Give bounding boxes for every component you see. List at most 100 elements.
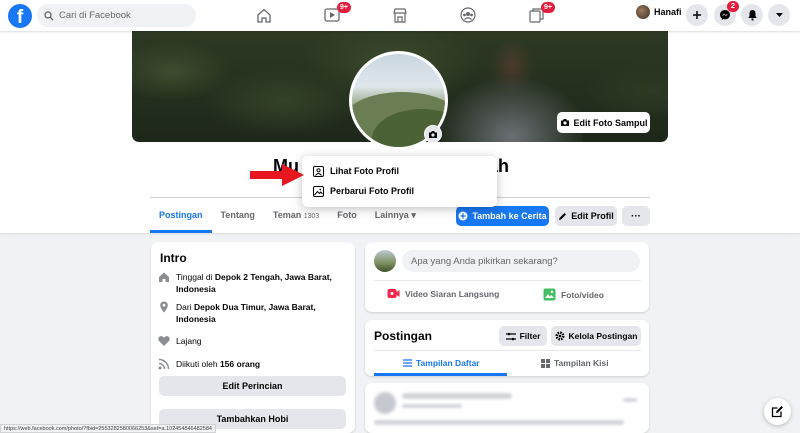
heart-icon bbox=[158, 336, 170, 346]
add-to-story-button[interactable]: Tambah ke Cerita bbox=[456, 206, 549, 226]
filter-label: Filter bbox=[519, 331, 541, 341]
friends-count: 1303 bbox=[303, 213, 320, 220]
blurred-post-date bbox=[402, 404, 462, 408]
tab-posts-label: Postingan bbox=[159, 210, 203, 220]
photo-video-label: Foto/video bbox=[561, 289, 604, 300]
tab-friends-label: Teman bbox=[272, 210, 302, 220]
nav-watch[interactable]: 9+ bbox=[321, 2, 351, 25]
nav-gaming[interactable]: 9+ bbox=[525, 2, 555, 25]
create-button[interactable] bbox=[686, 4, 708, 26]
home-icon bbox=[257, 8, 271, 23]
compose-icon bbox=[771, 406, 783, 418]
nav-home[interactable] bbox=[253, 5, 275, 25]
edit-cover-label: Edit Foto Sampul bbox=[573, 117, 648, 128]
rss-icon bbox=[158, 358, 170, 370]
blurred-post-text bbox=[374, 420, 624, 425]
house-icon bbox=[159, 272, 169, 282]
list-view-label: Tampilan Daftar bbox=[416, 358, 480, 368]
account-menu-button[interactable] bbox=[768, 4, 790, 26]
composer-divider bbox=[374, 280, 641, 281]
caret-down-icon: ▾ bbox=[411, 210, 416, 220]
list-icon bbox=[403, 359, 412, 367]
more-dots-icon: ··· bbox=[631, 210, 641, 222]
avatar bbox=[374, 392, 396, 414]
nav-marketplace[interactable] bbox=[389, 5, 411, 25]
groups-badge: 9+ bbox=[541, 2, 555, 13]
edit-details-label: Edit Perincian bbox=[222, 381, 283, 391]
tab-posts[interactable]: Postingan bbox=[150, 200, 212, 233]
edit-profile-label: Edit Profil bbox=[571, 211, 614, 221]
posts-divider bbox=[374, 350, 641, 351]
search-box[interactable] bbox=[37, 4, 196, 27]
groups-icon bbox=[460, 7, 476, 23]
chevron-down-icon bbox=[775, 13, 783, 17]
add-to-story-label: Tambah ke Cerita bbox=[472, 211, 547, 221]
grid-icon bbox=[541, 358, 550, 368]
post-card bbox=[365, 383, 649, 433]
tab-more-label: Lainnya bbox=[374, 210, 409, 220]
avatar bbox=[374, 250, 396, 272]
from-prefix: Dari bbox=[176, 302, 192, 312]
edit-profile-button[interactable]: Edit Profil bbox=[555, 206, 617, 226]
photo-icon bbox=[543, 288, 556, 301]
filter-button[interactable]: Filter bbox=[499, 326, 547, 346]
lives-prefix: Tinggal di bbox=[176, 272, 213, 282]
camera-icon bbox=[560, 119, 569, 126]
update-profile-picture-button[interactable] bbox=[424, 125, 442, 143]
notifications-button[interactable] bbox=[741, 4, 763, 26]
tab-about[interactable]: Tentang bbox=[212, 200, 264, 233]
profile-picture-menu: Lihat Foto Profil Perbarui Foto Profil bbox=[302, 156, 497, 207]
store-icon bbox=[393, 7, 407, 23]
update-profile-picture-label: Perbarui Foto Profil bbox=[330, 186, 415, 196]
pencil-icon bbox=[559, 212, 567, 220]
intro-relationship: Lajang bbox=[158, 335, 202, 347]
location-pin-icon bbox=[160, 301, 168, 313]
nav-groups[interactable] bbox=[457, 5, 479, 25]
live-video-icon bbox=[387, 289, 400, 298]
followers-prefix: Diikuti oleh bbox=[176, 359, 218, 369]
user-square-icon bbox=[313, 165, 324, 177]
manage-posts-label: Kelola Postingan bbox=[568, 331, 638, 341]
live-video-label: Video Siaran Langsung bbox=[405, 288, 500, 299]
blurred-post-menu bbox=[623, 398, 637, 402]
sliders-icon bbox=[505, 332, 516, 340]
live-video-button[interactable]: Video Siaran Langsung bbox=[387, 288, 499, 299]
manage-posts-button[interactable]: Kelola Postingan bbox=[551, 326, 641, 346]
edit-details-button[interactable]: Edit Perincian bbox=[159, 376, 346, 396]
edit-cover-button[interactable]: Edit Foto Sampul bbox=[557, 112, 650, 133]
gear-icon bbox=[555, 331, 565, 341]
facebook-logo[interactable]: f bbox=[8, 4, 32, 28]
photo-video-button[interactable]: Foto/video bbox=[543, 288, 604, 301]
view-profile-picture-item[interactable]: Lihat Foto Profil bbox=[307, 161, 492, 181]
update-profile-picture-item[interactable]: Perbarui Foto Profil bbox=[307, 181, 492, 201]
messenger-button[interactable]: 2 bbox=[714, 1, 739, 26]
top-navigation-bar: f 9+ 9+ Hanafi 2 bbox=[0, 0, 800, 31]
red-arrow-annotation bbox=[250, 164, 304, 186]
more-options-button[interactable]: ··· bbox=[622, 206, 650, 226]
intro-followers: Diikuti oleh 156 orang bbox=[158, 358, 260, 370]
image-icon bbox=[313, 185, 324, 197]
grid-view-label: Tampilan Kisi bbox=[554, 358, 609, 368]
intro-title: Intro bbox=[160, 251, 187, 265]
search-icon bbox=[44, 10, 54, 20]
intro-lives-in: Tinggal di Depok 2 Tengah, Jawa Barat, I… bbox=[158, 271, 356, 295]
plus-icon bbox=[693, 11, 701, 19]
plus-circle-icon bbox=[458, 211, 468, 221]
create-post-placeholder: Apa yang Anda pikirkan sekarang? bbox=[411, 255, 558, 267]
search-input[interactable] bbox=[59, 10, 179, 21]
intro-from: Dari Depok Dua Timur, Jawa Barat, Indone… bbox=[158, 301, 356, 325]
new-message-button[interactable] bbox=[764, 398, 791, 425]
tab-about-label: Tentang bbox=[220, 210, 255, 220]
camera-icon bbox=[429, 130, 437, 138]
list-view-active-indicator bbox=[374, 373, 507, 376]
messenger-badge: 2 bbox=[727, 1, 739, 12]
grid-view-tab[interactable]: Tampilan Kisi bbox=[541, 353, 609, 373]
view-profile-picture-label: Lihat Foto Profil bbox=[330, 166, 399, 176]
profile-shortcut[interactable]: Hanafi bbox=[636, 5, 682, 19]
avatar bbox=[636, 5, 650, 19]
status-bar-url: https://web.facebook.com/photo/?fbid=255… bbox=[0, 424, 216, 433]
from-place[interactable]: Depok Dua Timur, Jawa Barat, Indonesia bbox=[176, 302, 316, 324]
followers-count[interactable]: 156 orang bbox=[220, 359, 260, 369]
list-view-tab[interactable]: Tampilan Daftar bbox=[403, 353, 480, 373]
create-post-input[interactable]: Apa yang Anda pikirkan sekarang? bbox=[402, 250, 640, 272]
